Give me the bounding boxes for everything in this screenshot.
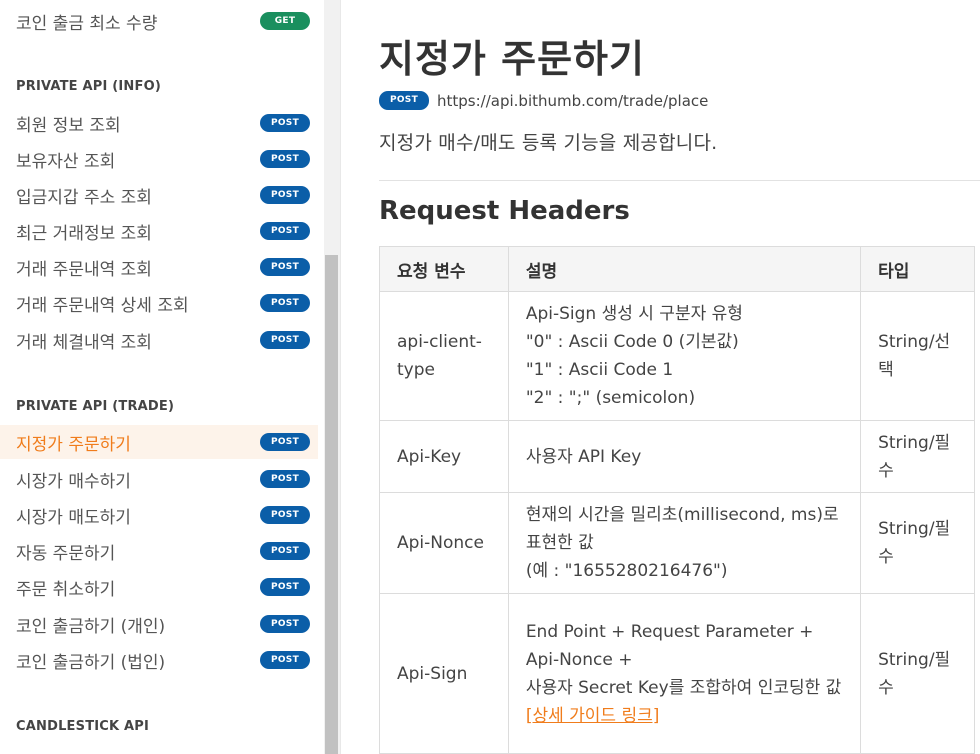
desc-line: "0" : Ascii Code 0 (기본값) [525,332,739,352]
method-badge: POST [260,651,310,669]
method-badge: POST [260,186,310,204]
sidebar-item-label: 주문 취소하기 [16,579,116,600]
param-name: Api-Sign [379,593,509,754]
method-badge: POST [260,506,310,524]
param-name: Api-Nonce [379,492,509,594]
sidebar-item[interactable]: 시장가 매수하기 POST [0,462,318,496]
desc-line: "2" : ";" (semicolon) [525,388,696,408]
column-header: 설명 [507,246,862,292]
param-name: Api-Key [379,420,509,493]
param-desc: 사용자 API Key [507,420,862,493]
desc-line: "1" : Ascii Code 1 [525,360,674,380]
sidebar-item[interactable]: 회원 정보 조회 POST [0,106,318,140]
section-title-candlestick: CANDLESTICK API [16,719,150,734]
sidebar-item-label: 거래 주문내역 상세 조회 [16,295,189,316]
method-badge: POST [260,114,310,132]
method-badge: POST [260,258,310,276]
table-row: Api-Nonce 현재의 시간을 밀리초(millisecond, ms)로 … [379,492,975,594]
sidebar-item[interactable]: 주문 취소하기 POST [0,570,318,604]
sidebar-item-label: 코인 출금 최소 수량 [16,13,158,34]
section-title-private-trade: PRIVATE API (TRADE) [16,399,175,414]
sidebar-item[interactable]: 코인 출금하기 (법인) POST [0,643,318,677]
method-badge: POST [260,578,310,596]
sidebar-item-label: 시장가 매도하기 [16,507,131,528]
section-title-private-info: PRIVATE API (INFO) [16,79,161,94]
param-type: String/필수 [860,420,975,493]
desc-line: 사용자 API Key [525,446,642,467]
method-badge: POST [260,150,310,168]
sidebar-item-label: 거래 주문내역 조회 [16,259,152,280]
sidebar-item-label: 코인 출금하기 (법인) [16,652,166,673]
table-row: Api-Sign End Point + Request Parameter +… [379,593,975,754]
sidebar-item-label: 최근 거래정보 조회 [16,223,152,244]
param-desc: Api-Sign 생성 시 구분자 유형 "0" : Ascii Code 0 … [507,291,862,421]
method-badge: GET [260,12,310,30]
sidebar-item-label: 지정가 주문하기 [16,434,131,455]
sidebar-item-label: 입금지갑 주소 조회 [16,187,152,208]
param-type: String/필수 [860,593,975,754]
request-headers-table: 요청 변수 설명 타입 api-client-type Api-Sign 생성 … [379,246,975,754]
sidebar-item[interactable]: 거래 주문내역 상세 조회 POST [0,286,318,320]
method-badge: POST [260,294,310,312]
param-desc: 현재의 시간을 밀리초(millisecond, ms)로 표현한 값 (예 :… [507,492,862,594]
endpoint: POST https://api.bithumb.com/trade/place [379,91,708,110]
method-badge: POST [260,222,310,240]
table-header-row: 요청 변수 설명 타입 [379,246,975,292]
main-content: 지정가 주문하기 POST https://api.bithumb.com/tr… [341,0,980,754]
param-type: String/선택 [860,291,975,421]
sidebar-item[interactable]: 입금지갑 주소 조회 POST [0,178,318,212]
sidebar-item-label: 자동 주문하기 [16,543,116,564]
sidebar-item[interactable]: 시장가 매도하기 POST [0,498,318,532]
sidebar-item-label: 시장가 매수하기 [16,471,131,492]
sidebar-item-label: 코인 출금하기 (개인) [16,616,166,637]
divider [379,180,980,181]
param-desc: End Point + Request Parameter + Api-Nonc… [507,593,862,754]
sidebar-item[interactable]: 최근 거래정보 조회 POST [0,214,318,248]
sidebar-item[interactable]: 보유자산 조회 POST [0,142,318,176]
sidebar-item[interactable]: 코인 출금하기 (개인) POST [0,607,318,641]
table-row: api-client-type Api-Sign 생성 시 구분자 유형 "0"… [379,291,975,421]
page-title: 지정가 주문하기 [379,37,645,81]
sidebar-item[interactable]: 자동 주문하기 POST [0,534,318,568]
desc-line: (예 : "1655280216476") [525,561,728,581]
column-header: 요청 변수 [379,246,509,292]
sidebar-item-label: 거래 체결내역 조회 [16,332,152,353]
sidebar-item[interactable]: 거래 주문내역 조회 POST [0,250,318,284]
method-badge: POST [260,470,310,488]
table-row: Api-Key 사용자 API Key String/필수 [379,420,975,493]
sidebar-item-label: 보유자산 조회 [16,151,116,172]
sidebar-scrollbar-thumb[interactable] [325,255,338,754]
page-description: 지정가 매수/매도 등록 기능을 제공합니다. [379,132,718,154]
section-heading-request-headers: Request Headers [379,196,630,226]
method-badge: POST [260,542,310,560]
endpoint-url: https://api.bithumb.com/trade/place [437,91,709,110]
column-header: 타입 [860,246,975,292]
sidebar-item-coin-withdraw-min[interactable]: 코인 출금 최소 수량 GET [0,4,318,38]
method-badge: POST [260,331,310,349]
detail-guide-link[interactable]: [상세 가이드 링크] [526,706,660,726]
sidebar-item-active[interactable]: 지정가 주문하기 POST [0,425,318,459]
desc-line: 사용자 Secret Key를 조합하여 인코딩한 값 [525,677,842,698]
sidebar-item[interactable]: 거래 체결내역 조회 POST [0,323,318,357]
sidebar-item-label: 회원 정보 조회 [16,115,121,136]
method-badge: POST [260,615,310,633]
param-type: String/필수 [860,492,975,594]
desc-line: 현재의 시간을 밀리초(millisecond, ms)로 표현한 값 [525,505,839,553]
desc-line: Api-Sign 생성 시 구분자 유형 [525,304,743,324]
param-name: api-client-type [379,291,509,421]
desc-line: End Point + Request Parameter + Api-Nonc… [525,621,814,670]
sidebar: 코인 출금 최소 수량 GET PRIVATE API (INFO) 회원 정보… [0,0,324,754]
method-badge: POST [379,91,429,110]
method-badge: POST [260,433,310,451]
